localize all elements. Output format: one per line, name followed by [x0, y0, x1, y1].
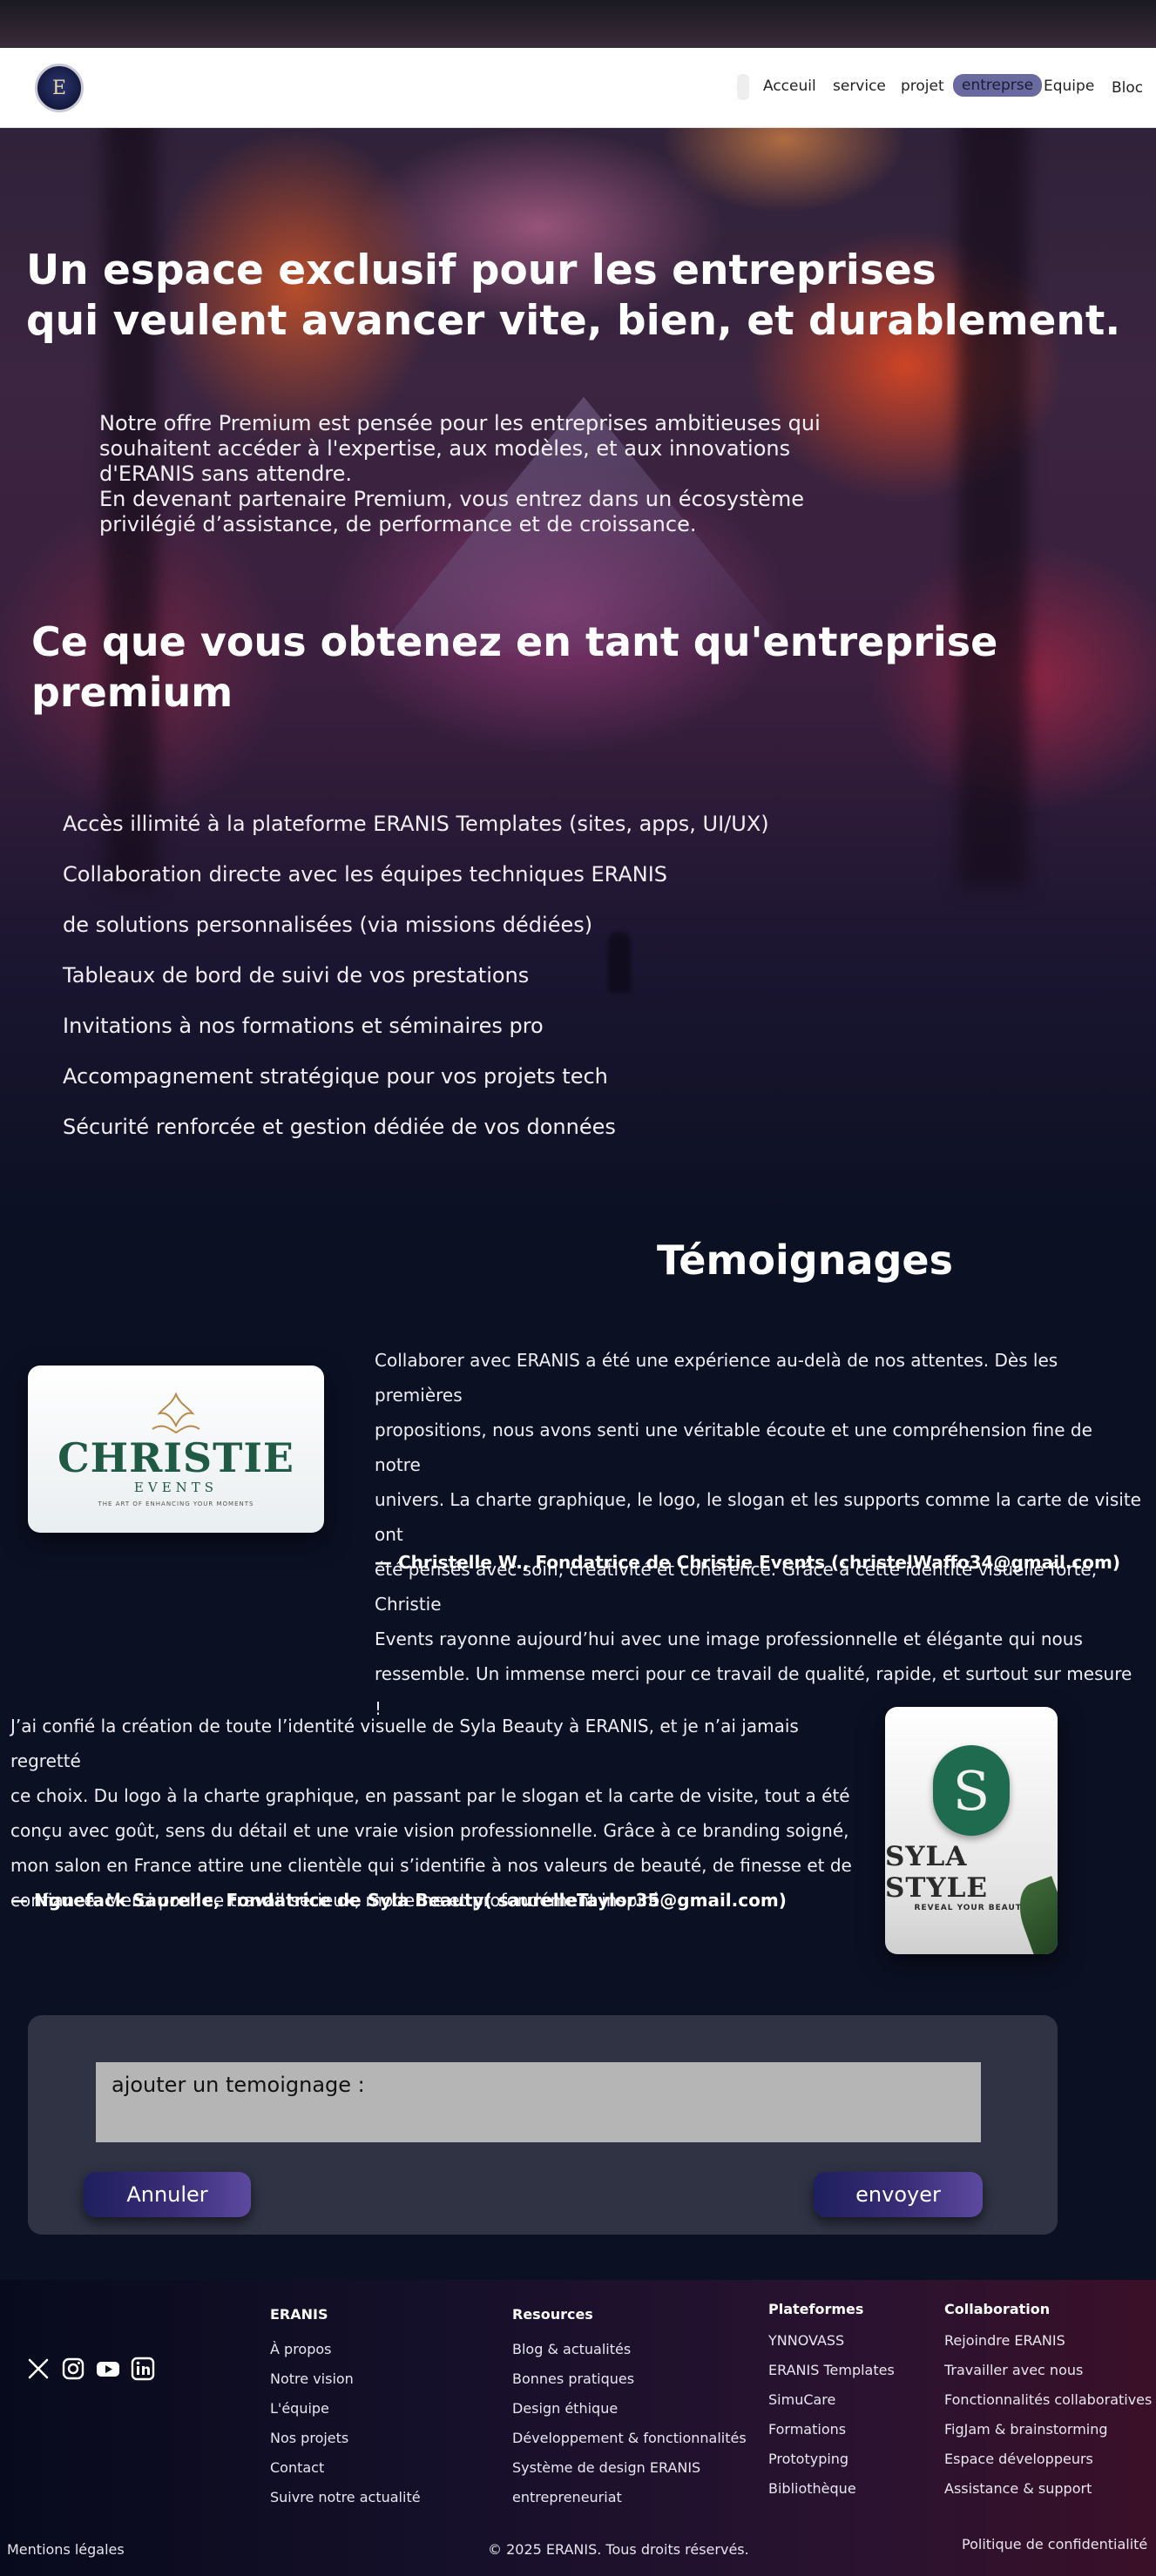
footer-link[interactable]: Rejoindre ERANIS	[944, 2332, 1152, 2362]
x-icon[interactable]	[26, 2357, 51, 2381]
youtube-icon[interactable]	[96, 2357, 120, 2381]
christie-logo-sub: EVENTS	[133, 1480, 219, 1495]
footer-link[interactable]: Bonnes pratiques	[512, 2370, 747, 2400]
nav-acceuil[interactable]: Acceuil	[763, 78, 816, 95]
footer-link[interactable]: Prototyping	[768, 2451, 895, 2480]
background-tree	[958, 105, 1028, 888]
nav-equipe[interactable]: Equipe	[1044, 78, 1094, 95]
footer-link[interactable]: L'équipe	[270, 2400, 421, 2430]
footer-heading: ERANIS	[270, 2306, 328, 2323]
footer-link[interactable]: FigJam & brainstorming	[944, 2421, 1152, 2451]
syla-badge-letter: S	[952, 1758, 990, 1823]
benefit-item: Sécurité renforcée et gestion dédiée de …	[63, 1115, 616, 1139]
christie-logo-name: CHRISTIE	[57, 1434, 294, 1481]
footer-link[interactable]: ERANIS Templates	[768, 2362, 895, 2391]
footer-link[interactable]: Nos projets	[270, 2430, 421, 2459]
syla-logo-sub: REVEAL YOUR BEAUTY	[914, 1904, 1029, 1912]
syla-style-logo-card: S SYLA STYLE REVEAL YOUR BEAUTY	[885, 1707, 1058, 1954]
instagram-icon[interactable]	[61, 2357, 85, 2381]
christie-testimonial-text: Collaborer avec ERANIS a été une expérie…	[375, 1350, 1141, 1719]
top-strip	[0, 0, 1156, 48]
footer-heading: Plateformes	[768, 2301, 864, 2317]
nav-service[interactable]: service	[833, 78, 886, 95]
copyright: © 2025 ERANIS. Tous droits réservés.	[488, 2541, 749, 2558]
footer-heading: Resources	[512, 2306, 593, 2323]
benefit-item: Accompagnement stratégique pour vos proj…	[63, 1064, 608, 1089]
nav-entreprise[interactable]: entreprse	[953, 74, 1043, 97]
christie-logo-tagline: THE ART OF ENHANCING YOUR MOMENTS	[98, 1500, 254, 1507]
hero-intro: Notre offre Premium est pensée pour les …	[99, 411, 821, 536]
send-button[interactable]: envoyer	[814, 2172, 983, 2217]
footer-heading: Collaboration	[944, 2301, 1051, 2317]
footer-link[interactable]: À propos	[270, 2341, 421, 2370]
navbar: E Acceuil service projet entreprse Equip…	[0, 48, 1156, 128]
cancel-button[interactable]: Annuler	[84, 2172, 251, 2217]
nav-projet[interactable]: projet	[901, 78, 944, 95]
nav-bloc[interactable]: Bloc	[1112, 79, 1143, 97]
footer-link[interactable]: YNNOVASS	[768, 2332, 895, 2362]
benefits-list: Accès illimité à la plateforme ERANIS Te…	[63, 806, 934, 1159]
footer-link[interactable]: Développement & fonctionnalités	[512, 2430, 747, 2459]
footer-link[interactable]: SimuCare	[768, 2391, 895, 2421]
nav-placeholder-pill	[737, 74, 749, 100]
benefit-item: de solutions personnalisées (via mission…	[63, 913, 593, 937]
footer-link[interactable]: Fonctionnalités collaboratives	[944, 2391, 1152, 2421]
benefit-item: Invitations à nos formations et séminair…	[63, 1014, 544, 1038]
syla-testimonial-text: J’ai confié la création de toute l’ident…	[10, 1716, 852, 1911]
footer-col-resources: Resources Blog & actualités Bonnes prati…	[512, 2306, 747, 2519]
footer-link[interactable]: Assistance & support	[944, 2480, 1152, 2510]
legal-link[interactable]: Mentions légales	[7, 2541, 125, 2558]
footer-link[interactable]: Formations	[768, 2421, 895, 2451]
eranis-logo[interactable]: E	[35, 64, 84, 112]
linkedin-icon[interactable]	[131, 2357, 155, 2381]
testimonials-title: Témoignages	[657, 1237, 953, 1284]
logo-letter: E	[51, 77, 67, 99]
testimonial-input[interactable]	[96, 2062, 981, 2142]
privacy-link[interactable]: Politique de confidentialité	[962, 2536, 1147, 2552]
footer-link[interactable]: Travailler avec nous	[944, 2362, 1152, 2391]
syla-s-badge-icon: S	[933, 1745, 1010, 1836]
footer-col-platforms: Plateformes YNNOVASS ERANIS Templates Si…	[768, 2301, 895, 2510]
benefit-item: Collaboration directe avec les équipes t…	[63, 862, 668, 887]
footer-link[interactable]: Système de design ERANIS	[512, 2459, 747, 2489]
footer-link[interactable]: Design éthique	[512, 2400, 747, 2430]
benefit-item: Accès illimité à la plateforme ERANIS Te…	[63, 812, 769, 836]
benefits-title: Ce que vous obtenez en tant qu'entrepris…	[31, 618, 998, 716]
christie-events-logo-card: CHRISTIE EVENTS THE ART OF ENHANCING YOU…	[28, 1366, 324, 1533]
footer-link[interactable]: Suivre notre actualité	[270, 2489, 421, 2519]
footer-col-eranis: ERANIS À propos Notre vision L'équipe No…	[270, 2306, 421, 2519]
benefit-item: Tableaux de bord de suivi de vos prestat…	[63, 963, 530, 988]
christie-testimonial-author: — Christelle W., Fondatrice de Christie …	[375, 1552, 1121, 1573]
footer-link[interactable]: entrepreneuriat	[512, 2489, 747, 2519]
footer-link[interactable]: Contact	[270, 2459, 421, 2489]
footer-link[interactable]: Notre vision	[270, 2370, 421, 2400]
footer-col-collaboration: Collaboration Rejoindre ERANIS Travaille…	[944, 2301, 1152, 2510]
syla-testimonial-author: — Nguefack Saurelle, Fondatrice de Syla …	[10, 1890, 787, 1911]
footer-link[interactable]: Blog & actualités	[512, 2341, 747, 2370]
hero-title: Un espace exclusif pour les entreprises …	[26, 246, 1121, 345]
footer-link[interactable]: Espace développeurs	[944, 2451, 1152, 2480]
footer-link[interactable]: Bibliothèque	[768, 2480, 895, 2510]
